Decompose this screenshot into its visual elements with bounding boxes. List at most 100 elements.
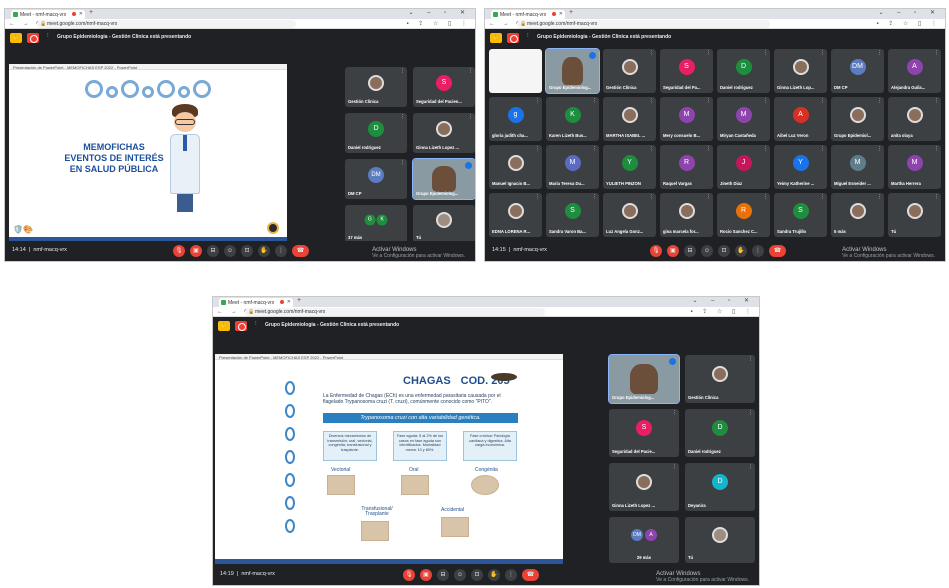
record-icon[interactable] xyxy=(235,321,247,331)
participant-tile[interactable]: ⋮ EDNA LORENA R... xyxy=(489,193,542,237)
participant-tile[interactable]: S ⋮ Seguridad del Pa... xyxy=(660,49,713,93)
participant-tile[interactable]: DM ⋮ DM CP xyxy=(831,49,884,93)
more-options-icon[interactable]: ⋮ xyxy=(748,464,753,470)
captions-icon[interactable]: ⊟ xyxy=(207,245,219,257)
more-options-icon[interactable]: ⋮ xyxy=(649,98,654,104)
participant-tile[interactable]: A ⋮ Aibel Luz Veron xyxy=(774,97,827,141)
self-tile[interactable]: ⋮ Tú xyxy=(888,193,941,237)
camera-off-icon[interactable]: ▣ xyxy=(190,245,202,257)
participant-tile[interactable]: ⋮ Gestión Clínica xyxy=(685,355,755,403)
participant-tile[interactable]: S ⋮ Sandra Trujillo xyxy=(774,193,827,237)
more-options-icon[interactable]: ⋮ xyxy=(748,356,753,362)
more-options-icon[interactable]: ⋮ xyxy=(877,146,882,152)
more-options-icon[interactable]: ⋮ xyxy=(275,245,287,257)
participant-tile[interactable]: Grupo Epidemiolog... xyxy=(545,48,600,94)
more-options-icon[interactable]: ⋮ xyxy=(592,194,597,200)
participant-tile[interactable]: ⋮ Grupo Epidemiol... xyxy=(831,97,884,141)
more-options-icon[interactable]: ⋮ xyxy=(468,68,473,74)
participant-tile[interactable]: ⋮ Ginna Lizeth Lop... xyxy=(774,49,827,93)
participant-tile[interactable]: S ⋮ Sandra Varon Ba... xyxy=(546,193,599,237)
more-options-icon[interactable]: ⋮ xyxy=(820,194,825,200)
participant-tile[interactable]: M ⋮ Martha Herrera xyxy=(888,145,941,189)
new-tab-icon[interactable]: + xyxy=(297,297,301,304)
participant-tile[interactable]: ⋮ anita olaya xyxy=(888,97,941,141)
more-options-icon[interactable]: ⋮ xyxy=(706,50,711,56)
close-tab-icon[interactable]: ✕ xyxy=(559,11,563,17)
more-options-icon[interactable]: ⋮ xyxy=(752,245,764,257)
browser-tab[interactable]: Meet - nmf-macq-vrx ✕ xyxy=(219,298,293,307)
participant-tile[interactable]: ⋮ Ginna Lizeth Lopez ... xyxy=(609,463,679,511)
end-call-icon[interactable]: ☎ xyxy=(769,245,786,257)
record-icon[interactable] xyxy=(507,33,519,43)
hand-icon[interactable]: ✋ xyxy=(10,33,22,43)
participant-tile[interactable]: D ⋮ Daniel rodriguez xyxy=(717,49,770,93)
self-tile[interactable]: Tú xyxy=(413,205,475,243)
participant-tile[interactable]: ⋮ Manuel Ignacio B... xyxy=(489,145,542,189)
more-options-icon[interactable]: ⋮ xyxy=(672,410,677,416)
more-options-icon[interactable]: ⋮ xyxy=(934,98,939,104)
participant-tile[interactable]: K ⋮ Karen Lizeth Bus... xyxy=(546,97,599,141)
mic-off-icon[interactable]: 🎙 xyxy=(173,245,185,257)
more-options-icon[interactable]: ⋮ xyxy=(763,194,768,200)
more-options-icon[interactable]: ⋮ xyxy=(535,146,540,152)
participant-tile[interactable]: g ⋮ gloria judith cha... xyxy=(489,97,542,141)
browser-tab[interactable]: Meet - nmf-macq-vrx ✕ xyxy=(11,10,85,19)
url-field[interactable]: 🔒 meet.google.com/nmf-macq-vrx xyxy=(245,308,546,316)
captions-icon[interactable]: ⊟ xyxy=(684,245,696,257)
participant-tile[interactable]: Y ⋮ YULIETH PINZON xyxy=(603,145,656,189)
window-controls[interactable]: ⌄ – ▫ ✕ xyxy=(692,297,755,304)
close-tab-icon[interactable]: ✕ xyxy=(79,11,83,17)
participant-tile[interactable]: ⋮ 5 más xyxy=(831,193,884,237)
more-options-icon[interactable]: ⋮ xyxy=(400,114,405,120)
present-icon[interactable]: ⊡ xyxy=(718,245,730,257)
more-options-icon[interactable]: ⋮ xyxy=(763,98,768,104)
captions-icon[interactable]: ⊟ xyxy=(437,569,449,581)
more-options-icon[interactable]: ⋮ xyxy=(649,194,654,200)
participant-tile-presenter[interactable]: Grupo Epidemiolog... xyxy=(412,158,475,200)
more-options-icon[interactable]: ⋮ xyxy=(877,50,882,56)
participant-tile[interactable]: ⋮ MARTHA ISABEL ... xyxy=(603,97,656,141)
hand-icon[interactable]: ✋ xyxy=(218,321,230,331)
participant-tile[interactable]: R ⋮ Rocio Sanchez C... xyxy=(717,193,770,237)
participant-tile[interactable]: D ⋮ Daniel rodriguez xyxy=(345,113,407,153)
more-options-icon[interactable]: ⋮ xyxy=(763,50,768,56)
participant-tile[interactable]: ⋮ Gestión Clínica xyxy=(345,67,407,107)
more-options-icon[interactable]: ⋮ xyxy=(820,146,825,152)
url-field[interactable]: 🔒 meet.google.com/nmf-macq-vrx xyxy=(37,20,296,28)
participant-tile[interactable]: ⋮ Luz Angela Gonz... xyxy=(603,193,656,237)
mic-off-icon[interactable]: 🎙 xyxy=(403,569,415,581)
raise-hand-icon[interactable]: ✋ xyxy=(488,569,500,581)
raise-hand-icon[interactable]: ✋ xyxy=(735,245,747,257)
more-options-icon[interactable]: ⋮ xyxy=(748,410,753,416)
more-options-icon[interactable]: ⋮ xyxy=(592,98,597,104)
participant-tile[interactable]: J ⋮ Jineth Diaz xyxy=(717,145,770,189)
more-options-icon[interactable]: ⋮ xyxy=(535,98,540,104)
more-options-icon[interactable]: ⋮ xyxy=(763,146,768,152)
more-participants-tile[interactable]: DM A 29 más xyxy=(609,517,679,563)
more-participants-tile[interactable]: G K 37 más xyxy=(345,205,407,243)
raise-hand-icon[interactable]: ✋ xyxy=(258,245,270,257)
present-icon[interactable]: ⊡ xyxy=(241,245,253,257)
record-icon[interactable] xyxy=(27,33,39,43)
more-options-icon[interactable]: ⋮ xyxy=(468,114,473,120)
close-tab-icon[interactable]: ✕ xyxy=(287,299,291,305)
more-options-icon[interactable]: ⋮ xyxy=(934,50,939,56)
participant-tile[interactable]: M ⋮ Maria Teresa Du... xyxy=(546,145,599,189)
more-options-icon[interactable]: ⋮ xyxy=(934,194,939,200)
more-options-icon[interactable]: ⋮ xyxy=(672,464,677,470)
end-call-icon[interactable]: ☎ xyxy=(522,569,539,581)
participant-tile[interactable]: D ⋮ Deyanira xyxy=(685,463,755,511)
more-options-icon[interactable]: ⋮ xyxy=(535,194,540,200)
more-options-icon[interactable]: ⋮ xyxy=(505,569,517,581)
participant-tile[interactable]: M ⋮ Mery consuelo B... xyxy=(660,97,713,141)
participant-tile[interactable]: S ⋮ Seguridad del Pacien... xyxy=(413,67,475,107)
new-tab-icon[interactable]: + xyxy=(569,9,573,16)
participant-tile[interactable]: Y ⋮ Yeimy Katherine ... xyxy=(774,145,827,189)
more-options-icon[interactable]: ⋮ xyxy=(877,194,882,200)
participant-tile[interactable]: A ⋮ Alejandra Guila... xyxy=(888,49,941,93)
more-options-icon[interactable]: ⋮ xyxy=(649,146,654,152)
emoji-icon[interactable]: ☺ xyxy=(454,569,466,581)
more-options-icon[interactable]: ⋮ xyxy=(706,194,711,200)
participant-tile[interactable]: ⋮ gina marcela for... xyxy=(660,193,713,237)
browser-tab[interactable]: Meet - nmf-macq-vrx ✕ xyxy=(491,10,565,19)
